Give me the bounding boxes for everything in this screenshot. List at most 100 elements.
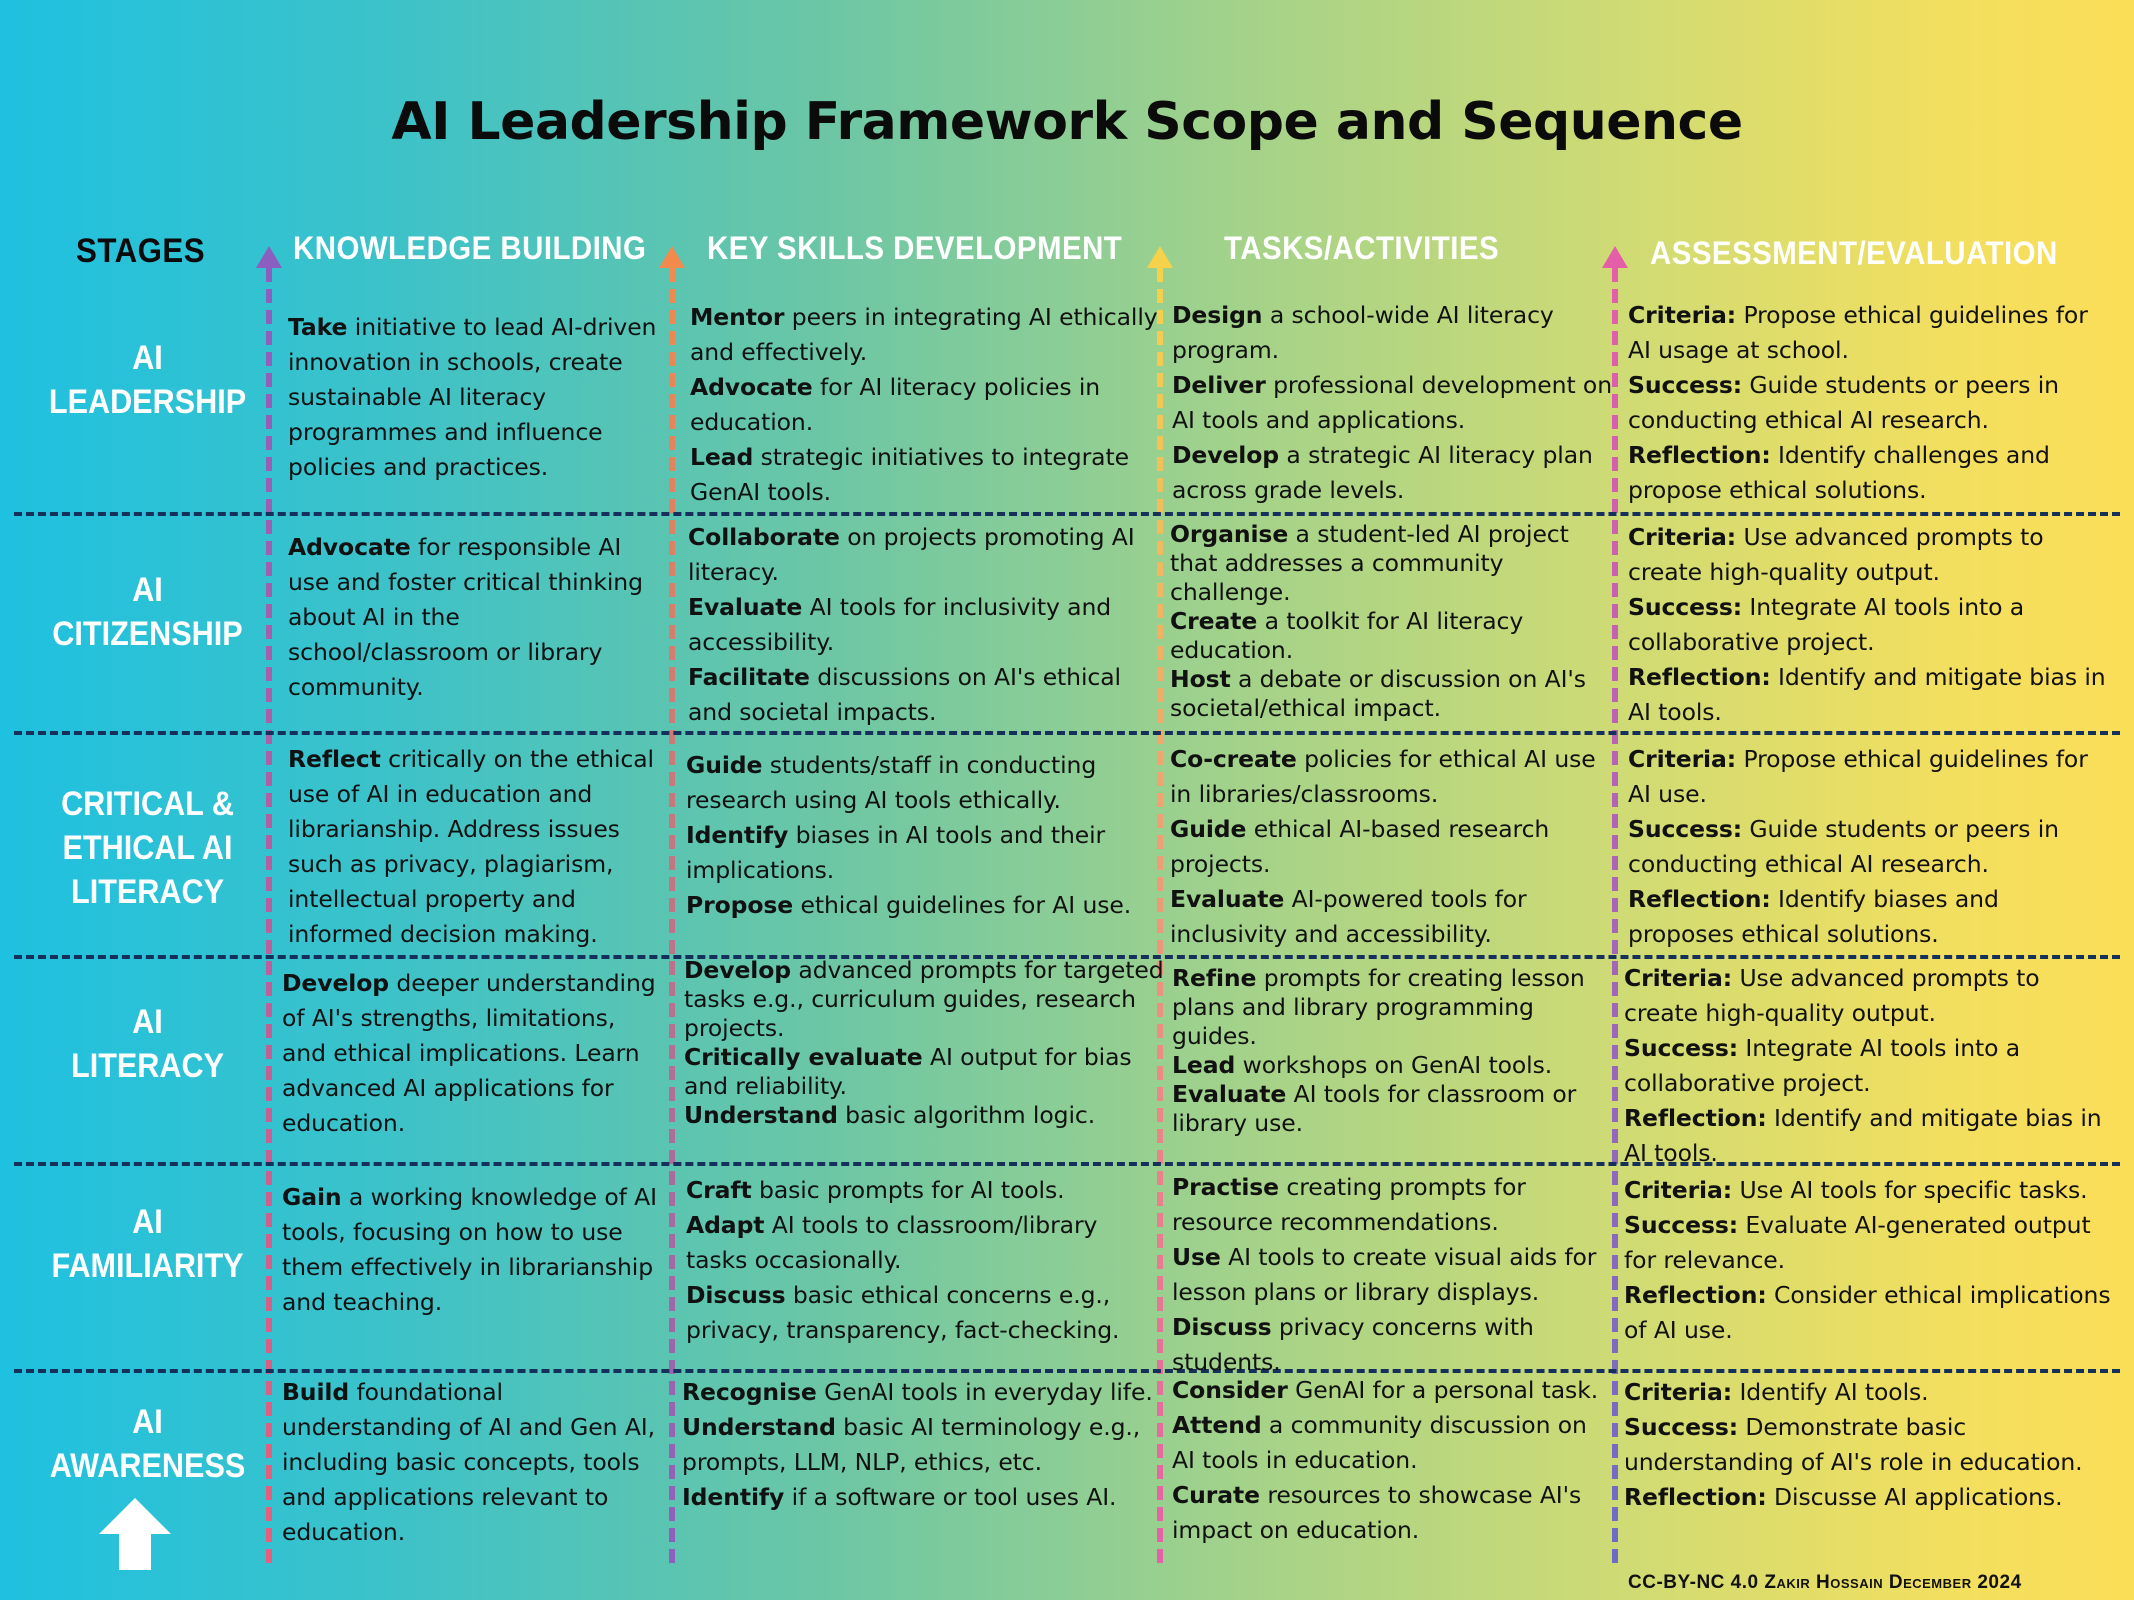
text-line: literacy. (688, 558, 779, 586)
text-line: Success: Guide students or peers in (1628, 371, 2059, 399)
text-line: Criteria: Use AI tools for specific task… (1624, 1176, 2088, 1204)
text-line: Create a toolkit for AI literacy (1170, 607, 1524, 635)
text-line: privacy, transparency, fact-checking. (686, 1316, 1120, 1344)
text-line: Success: Integrate AI tools into a (1624, 1034, 2021, 1062)
row-divider (14, 512, 2120, 516)
action-verb: Build (282, 1378, 350, 1406)
knowledge-building-cell: Take initiative to lead AI-driven innovat… (288, 310, 656, 485)
text-line: research using AI tools ethically. (686, 786, 1061, 814)
page-title: AI Leadership Framework Scope and Sequen… (391, 92, 1743, 152)
action-verb: Craft (686, 1176, 752, 1204)
text-line: Adapt AI tools to classroom/library (686, 1211, 1098, 1239)
text-line: guides. (1172, 1022, 1257, 1050)
text-line: of AI use. (1624, 1316, 1733, 1344)
text-line: program. (1172, 336, 1279, 364)
stage-label-line: FAMILIARITY (51, 1247, 244, 1285)
action-verb: Guide (686, 751, 763, 779)
knowledge-building-cell: Gain a working knowledge of AI tools, foc… (282, 1180, 657, 1320)
text-line: Understand basic AI terminology e.g., (682, 1413, 1141, 1441)
text-line: collaborative project. (1624, 1069, 1871, 1097)
action-verb: Criteria: (1624, 964, 1733, 992)
tasks-activities-cell: Consider GenAI for a personal task. Atten… (1172, 1373, 1598, 1548)
text-line: accessibility. (688, 628, 835, 656)
assessment-cell: Criteria: Propose ethical guidelines for… (1628, 742, 2088, 952)
up-arrow-icon (99, 1498, 171, 1570)
text-line: AI tools. (1624, 1139, 1718, 1167)
text-line: them effectively in librarianship (282, 1253, 654, 1281)
action-verb: Develop (684, 956, 792, 984)
text-line: Craft basic prompts for AI tools. (686, 1176, 1065, 1204)
action-verb: Attend (1172, 1411, 1262, 1439)
stage-label-line: LITERACY (71, 873, 224, 911)
action-verb: Reflection: (1624, 1483, 1767, 1511)
stage-label-line: LEADERSHIP (48, 383, 247, 421)
stage-label: AI FAMILIARITY (33, 1200, 263, 1288)
text-line: Criteria: Identify AI tools. (1624, 1378, 1929, 1406)
text-line: Design a school-wide AI literacy (1172, 301, 1554, 329)
text-line: Organise a student-led AI project (1170, 520, 1569, 548)
text-line: AI tools in education. (1172, 1446, 1418, 1474)
key-skills-cell: Recognise GenAI tools in everyday life. U… (682, 1375, 1153, 1515)
text-line: Advocate for AI literacy policies in (690, 373, 1101, 401)
text-line: community. (288, 673, 424, 701)
text-line: AI tools. (1628, 698, 1722, 726)
header-assessment-evaluation: ASSESSMENT/EVALUATION (1650, 235, 2058, 271)
assessment-cell: Criteria: Use advanced prompts to create … (1624, 961, 2102, 1171)
action-verb: Evaluate (1170, 885, 1285, 913)
knowledge-building-cell: Advocate for responsible AI use and foste… (288, 530, 643, 705)
text-line: Mentor peers in integrating AI ethically (690, 303, 1158, 331)
text-line: Understand basic algorithm logic. (684, 1101, 1096, 1129)
action-verb: Consider (1172, 1376, 1288, 1404)
knowledge-building-cell: Develop deeper understanding of AI's stre… (282, 966, 656, 1141)
text-line: Identify if a software or tool uses AI. (682, 1483, 1117, 1511)
header-knowledge-building: KNOWLEDGE BUILDING (293, 230, 647, 266)
text-line: Reflection: Identify and mitigate bias i… (1624, 1104, 2102, 1132)
assessment-cell: Criteria: Use AI tools for specific task… (1624, 1173, 2111, 1348)
text-line: Propose ethical guidelines for AI use. (686, 891, 1132, 919)
assessment-cell: Criteria: Propose ethical guidelines for… (1628, 298, 2088, 508)
key-skills-cell: Mentor peers in integrating AI ethically… (690, 300, 1158, 510)
action-verb: Lead (690, 443, 754, 471)
text-line: Criteria: Use advanced prompts to (1628, 523, 2044, 551)
text-line: and effectively. (690, 338, 868, 366)
row-divider (14, 1369, 2120, 1373)
tasks-activities-cell: Co-create policies for ethical AI use in … (1170, 742, 1596, 952)
text-line: Reflection: Discusse AI applications. (1624, 1483, 2063, 1511)
tasks-activities-cell: Design a school-wide AI literacy program.… (1172, 298, 1612, 508)
text-line: education. (690, 408, 814, 436)
text-line: Evaluate AI-powered tools for (1170, 885, 1527, 913)
text-line: Consider GenAI for a personal task. (1172, 1376, 1599, 1404)
action-verb: Criteria: (1624, 1176, 1733, 1204)
action-verb: Host (1170, 665, 1231, 693)
text-line: Lead workshops on GenAI tools. (1172, 1051, 1553, 1079)
action-verb: Adapt (686, 1211, 765, 1239)
text-line: advanced AI applications for (282, 1074, 614, 1102)
header-key-skills-development: KEY SKILLS DEVELOPMENT (707, 230, 1123, 266)
text-line: Attend a community discussion on (1172, 1411, 1587, 1439)
text-line: projects. (1170, 850, 1271, 878)
text-line: Critically evaluate AI output for bias (684, 1043, 1132, 1071)
stage-label-line: LITERACY (71, 1047, 224, 1085)
action-verb: Success: (1624, 1211, 1739, 1239)
text-line: collaborative project. (1628, 628, 1875, 656)
action-verb: Advocate (288, 533, 411, 561)
text-line: of AI's strengths, limitations, (282, 1004, 616, 1032)
action-verb: Develop (282, 969, 390, 997)
text-line: sustainable AI literacy (288, 383, 546, 411)
text-line: Criteria: Use advanced prompts to (1624, 964, 2040, 992)
key-skills-cell: Develop advanced prompts for targeted tas… (684, 956, 1164, 1130)
text-line: Reflection: Identify challenges and (1628, 441, 2050, 469)
key-skills-cell: Collaborate on projects promoting AI lite… (688, 520, 1135, 730)
assessment-cell: Criteria: Identify AI tools. Success: Dem… (1624, 1375, 2083, 1515)
text-line: for relevance. (1624, 1246, 1786, 1274)
action-verb: Use (1172, 1243, 1221, 1271)
text-line: school/classroom or library (288, 638, 603, 666)
text-line: Practise creating prompts for (1172, 1173, 1526, 1201)
text-line: and teaching. (282, 1288, 443, 1316)
action-verb: Create (1170, 607, 1258, 635)
text-line: Identify biases in AI tools and their (686, 821, 1106, 849)
text-line: Take initiative to lead AI-driven (288, 313, 657, 341)
text-line: Guide ethical AI-based research (1170, 815, 1550, 843)
text-line: programmes and influence (288, 418, 603, 446)
text-line: and ethical implications. Learn (282, 1039, 640, 1067)
